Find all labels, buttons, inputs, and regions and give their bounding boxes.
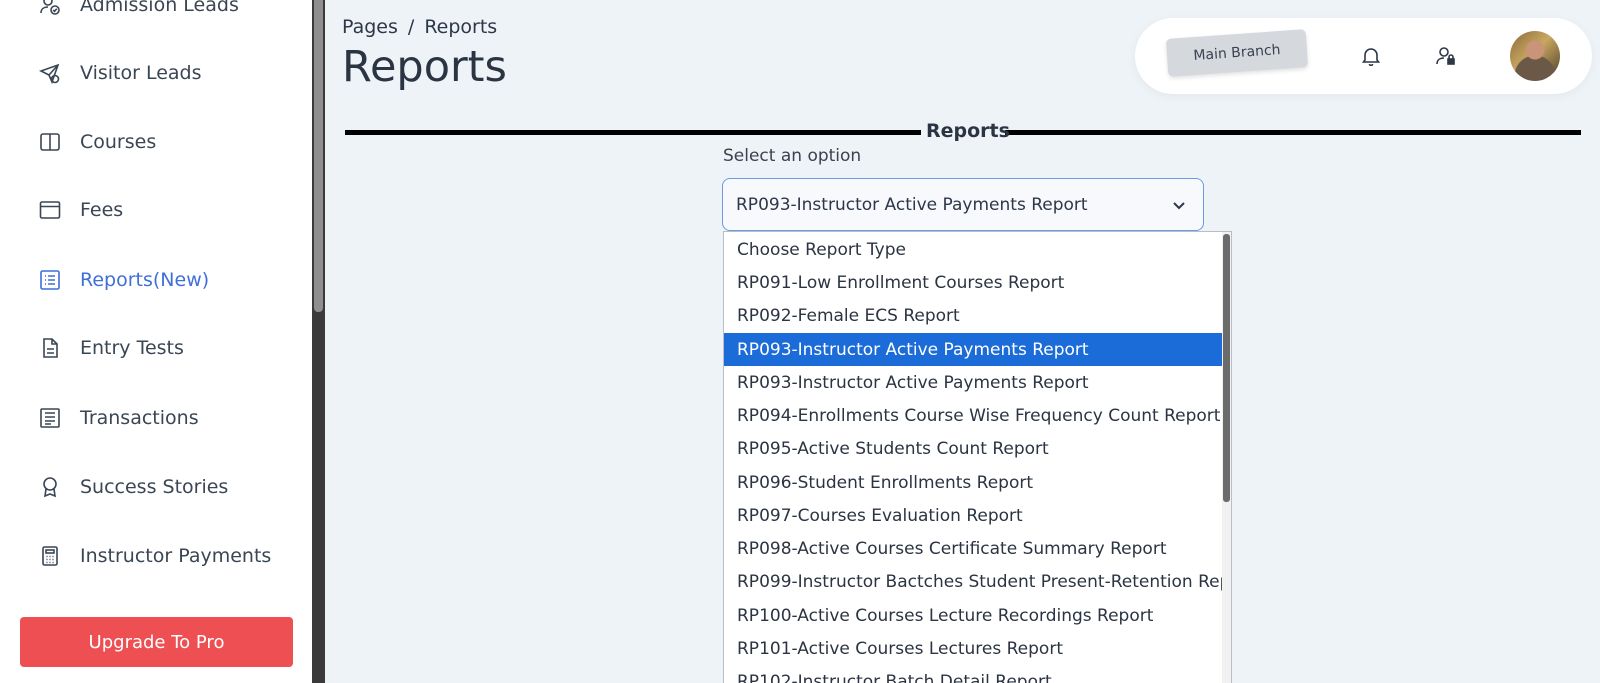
breadcrumb-current: Reports: [424, 16, 498, 38]
sidebar: Admission Leads Visitor Leads Courses Fe…: [0, 0, 312, 683]
sidebar-item-entry-tests[interactable]: Entry Tests: [38, 328, 184, 368]
legend-line-left: [345, 130, 921, 135]
report-list-icon: [38, 268, 62, 292]
calculator-icon: [38, 544, 62, 568]
sidebar-item-admission-leads[interactable]: Admission Leads: [38, 0, 239, 25]
dropdown-option[interactable]: RP092-Female ECS Report: [724, 299, 1224, 332]
dropdown-option[interactable]: RP096-Student Enrollments Report: [724, 466, 1224, 499]
dropdown-option[interactable]: Choose Report Type: [724, 233, 1224, 266]
sidebar-item-label: Entry Tests: [80, 337, 184, 359]
page-title: Reports: [342, 42, 507, 92]
legend-line-right: [1005, 130, 1581, 135]
dropdown-option[interactable]: RP099-Instructor Bactches Student Presen…: [724, 565, 1231, 598]
select-value: RP093-Instructor Active Payments Report: [736, 194, 1088, 215]
sidebar-item-label: Instructor Payments: [80, 545, 272, 567]
sidebar-item-transactions[interactable]: Transactions: [38, 398, 199, 438]
dropdown-option[interactable]: RP098-Active Courses Certificate Summary…: [724, 532, 1224, 565]
breadcrumb-root[interactable]: Pages: [342, 16, 398, 38]
sidebar-item-label: Courses: [80, 131, 157, 153]
dropdown-option-selected[interactable]: RP093-Instructor Active Payments Report: [724, 333, 1224, 366]
paper-plane-icon: [38, 61, 62, 85]
dropdown-option[interactable]: RP101-Active Courses Lectures Report: [724, 632, 1224, 665]
sidebar-item-fees[interactable]: Fees: [38, 190, 123, 230]
breadcrumb: Pages / Reports: [342, 16, 497, 38]
report-type-dropdown: Choose Report Type RP091-Low Enrollment …: [723, 231, 1232, 683]
sidebar-item-instructor-payments[interactable]: Instructor Payments: [38, 536, 271, 576]
user-check-icon: [38, 0, 62, 17]
sidebar-scrollbar-thumb[interactable]: [314, 0, 323, 312]
dropdown-option[interactable]: RP097-Courses Evaluation Report: [724, 499, 1224, 532]
dropdown-option[interactable]: RP102-Instructor Batch Detail Report: [724, 665, 1224, 683]
sidebar-item-label: Transactions: [80, 407, 199, 429]
upgrade-to-pro-button[interactable]: Upgrade To Pro: [20, 617, 293, 667]
sidebar-item-courses[interactable]: Courses: [38, 122, 156, 162]
reports-legend: Reports: [926, 120, 1010, 142]
document-icon: [38, 336, 62, 360]
award-icon: [38, 475, 62, 499]
avatar[interactable]: [1510, 31, 1560, 81]
sidebar-item-label: Visitor Leads: [80, 62, 202, 84]
ledger-icon: [38, 406, 62, 430]
sidebar-item-label: Reports(New): [80, 269, 210, 291]
user-lock-icon[interactable]: [1434, 44, 1458, 68]
dropdown-option[interactable]: RP095-Active Students Count Report: [724, 432, 1224, 465]
dropdown-option[interactable]: RP091-Low Enrollment Courses Report: [724, 266, 1224, 299]
sidebar-item-reports-new[interactable]: Reports(New): [38, 260, 209, 300]
dropdown-scrollbar-thumb[interactable]: [1223, 234, 1230, 502]
dropdown-option[interactable]: RP093-Instructor Active Payments Report: [724, 366, 1224, 399]
chevron-down-icon: [1169, 195, 1189, 215]
dropdown-option[interactable]: RP094-Enrollments Course Wise Frequency …: [724, 399, 1224, 432]
sidebar-item-success-stories[interactable]: Success Stories: [38, 467, 228, 507]
sidebar-item-label: Success Stories: [80, 476, 229, 498]
sidebar-item-label: Admission Leads: [80, 0, 239, 16]
select-label: Select an option: [723, 146, 862, 166]
report-type-select[interactable]: RP093-Instructor Active Payments Report: [722, 178, 1204, 231]
sidebar-item-label: Fees: [80, 199, 124, 221]
browser-window-icon: [38, 198, 62, 222]
breadcrumb-separator: /: [407, 16, 415, 38]
book-icon: [38, 130, 62, 154]
dropdown-option[interactable]: RP100-Active Courses Lecture Recordings …: [724, 599, 1224, 632]
sidebar-item-visitor-leads[interactable]: Visitor Leads: [38, 53, 202, 93]
bell-icon[interactable]: [1359, 44, 1383, 68]
